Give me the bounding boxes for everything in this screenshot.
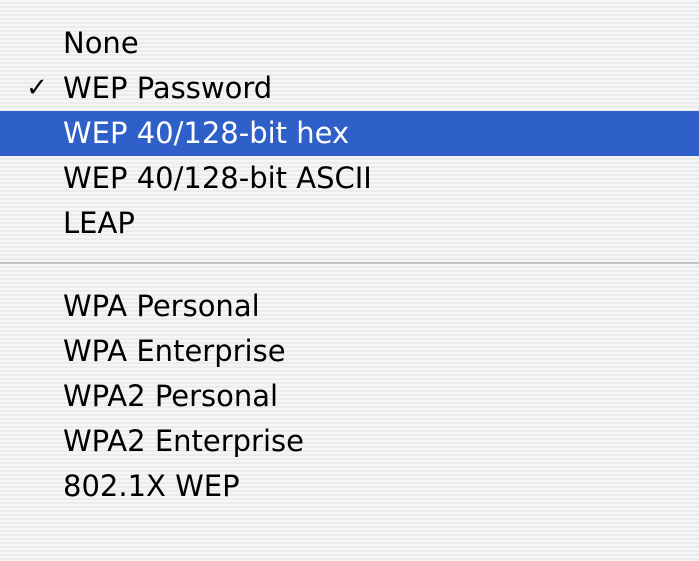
separator-line <box>0 262 699 264</box>
menu-item-wep-password[interactable]: ✓ WEP Password <box>0 66 699 111</box>
menu-item-wep-ascii[interactable]: WEP 40/128-bit ASCII <box>0 156 699 201</box>
menu-item-label: WPA Personal <box>63 289 260 323</box>
menu-item-label: 802.1X WEP <box>63 469 240 503</box>
menu-item-label: WPA2 Personal <box>63 379 279 413</box>
security-type-menu: None ✓ WEP Password WEP 40/128-bit hex W… <box>0 0 699 561</box>
menu-separator <box>0 246 699 284</box>
menu-item-wpa-personal[interactable]: WPA Personal <box>0 284 699 329</box>
menu-item-label: WEP 40/128-bit hex <box>63 116 350 150</box>
menu-item-label: LEAP <box>63 206 135 240</box>
menu-item-label: None <box>63 26 139 60</box>
menu-item-label: WEP Password <box>63 71 273 105</box>
menu-item-8021x-wep[interactable]: 802.1X WEP <box>0 464 699 509</box>
menu-item-wpa-enterprise[interactable]: WPA Enterprise <box>0 329 699 374</box>
menu-item-wpa2-enterprise[interactable]: WPA2 Enterprise <box>0 419 699 464</box>
menu-item-none[interactable]: None <box>0 21 699 66</box>
menu-item-label: WPA Enterprise <box>63 334 286 368</box>
menu-item-leap[interactable]: LEAP <box>0 201 699 246</box>
checkmark-icon: ✓ <box>26 73 48 103</box>
menu-item-wep-hex[interactable]: WEP 40/128-bit hex <box>0 111 699 156</box>
menu-item-label: WPA2 Enterprise <box>63 424 304 458</box>
menu-item-wpa2-personal[interactable]: WPA2 Personal <box>0 374 699 419</box>
menu-item-label: WEP 40/128-bit ASCII <box>63 161 372 195</box>
